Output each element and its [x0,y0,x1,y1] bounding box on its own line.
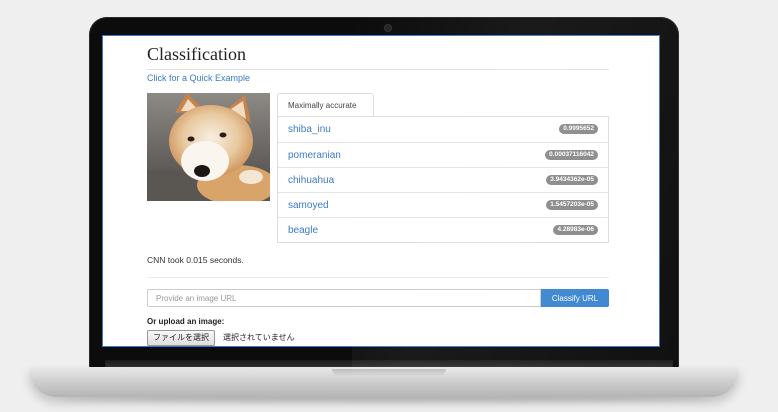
page-title: Classification [147,44,609,70]
camera-icon [385,25,391,31]
upload-label: Or upload an image: [147,317,225,326]
divider [147,277,609,278]
dog-image [147,93,277,205]
list-item: samoyed 1.5457203e-05 [278,192,608,217]
score-badge: 0.9995652 [559,124,598,134]
list-item: beagle 4.28983e-06 [278,217,608,242]
image-url-input[interactable] [147,289,541,307]
list-item: pomeranian 0.00037116042 [278,142,608,167]
dog-photo [147,93,277,205]
result-label[interactable]: beagle [288,218,318,243]
result-label[interactable]: shiba_inu [288,117,331,142]
timing-text: CNN took 0.015 seconds. [147,255,244,265]
quick-example-link[interactable]: Click for a Quick Example [147,73,250,83]
tab-maximally-accurate[interactable]: Maximally accurate [277,93,374,117]
score-badge: 0.00037116042 [545,150,598,160]
list-item: chihuahua 3.9434362e-05 [278,167,608,192]
results-list: shiba_inu 0.9995652 pomeranian 0.0003711… [277,116,609,243]
classify-url-button[interactable]: Classify URL [541,289,609,307]
score-badge: 4.28983e-06 [553,225,598,235]
list-item: shiba_inu 0.9995652 [278,117,608,142]
laptop-screen: Classification Click for a Quick Example [102,35,660,347]
score-badge: 3.9434362e-05 [546,175,598,185]
choose-file-button[interactable]: ファイルを選択 [147,330,215,346]
laptop-notch [332,369,446,376]
result-label[interactable]: pomeranian [288,143,341,168]
result-label[interactable]: chihuahua [288,168,334,193]
score-badge: 1.5457203e-05 [546,200,598,210]
result-label[interactable]: samoyed [288,193,329,218]
file-status: 選択されていません [223,333,295,342]
